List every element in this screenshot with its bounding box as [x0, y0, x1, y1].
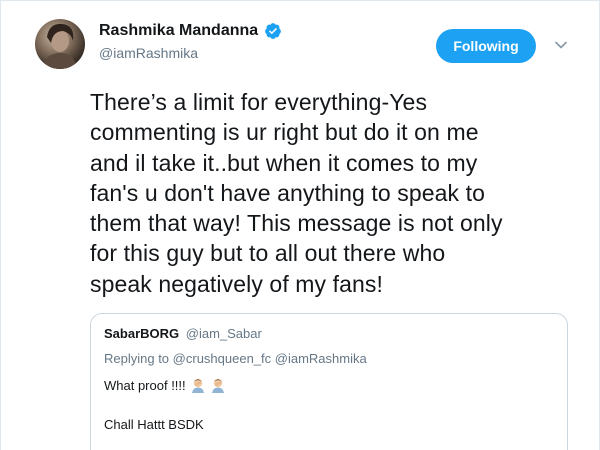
tweet-text-line: fan's u don't have anything to speak to — [90, 179, 486, 206]
man-facepalming-emoji-icon — [210, 377, 226, 393]
replying-to-prefix: Replying to — [104, 351, 170, 366]
quoted-author: SabarBORG @iam_Sabar — [104, 326, 262, 341]
author-block: Rashmika Mandanna @iamRashmika — [99, 21, 282, 62]
quoted-text-line-2: Chall Hattt BSDK — [104, 417, 204, 432]
tweet-text: There’s a limit for everything-Yes comme… — [90, 87, 570, 299]
quoted-text-line: What proof !!!! — [104, 377, 226, 393]
replying-to-mentions[interactable]: @crushqueen_fc @iamRashmika — [173, 351, 367, 366]
quoted-replying-to: Replying to @crushqueen_fc @iamRashmika — [104, 351, 367, 366]
quoted-tweet[interactable]: SabarBORG @iam_Sabar Replying to @crushq… — [90, 313, 568, 450]
quoted-display-name: SabarBORG — [104, 326, 180, 341]
man-facepalming-emoji-icon — [190, 377, 206, 393]
avatar-image — [43, 23, 77, 69]
tweet-text-line: speak negatively of my fans! — [90, 270, 384, 297]
quoted-handle: @iam_Sabar — [185, 326, 262, 341]
tweet-text-line: them that way! This message is not only — [90, 210, 503, 237]
quoted-text-line-1: What proof !!!! — [104, 377, 186, 393]
chevron-down-icon[interactable] — [553, 37, 569, 53]
tweet-card: Rashmika Mandanna @iamRashmika Following… — [0, 0, 600, 450]
tweet-text-line: for this guy but to all out there who — [90, 240, 446, 267]
tweet-text-line: There’s a limit for everything-Yes — [90, 89, 428, 115]
tweet-text-line: commenting is ur right but do it on me — [90, 119, 479, 146]
avatar[interactable] — [35, 19, 85, 69]
author-handle[interactable]: @iamRashmika — [99, 44, 282, 62]
author-display-name[interactable]: Rashmika Mandanna — [99, 21, 258, 41]
following-button[interactable]: Following — [436, 29, 536, 63]
tweet-text-line: and il take it..but when it comes to my — [90, 149, 478, 176]
verified-badge-icon — [264, 22, 282, 40]
